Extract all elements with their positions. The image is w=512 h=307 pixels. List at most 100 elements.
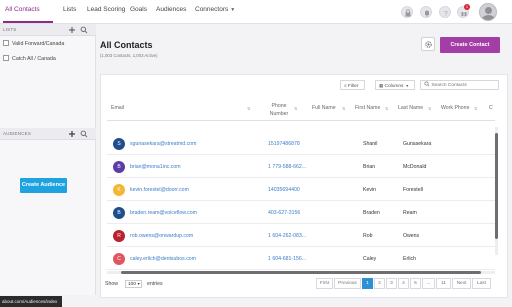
email-cell[interactable]: braden.ream@voiceflow.com xyxy=(130,210,197,216)
sort-icon[interactable]: ⇅ xyxy=(342,106,345,111)
contact-avatar: S xyxy=(113,138,125,150)
settings-button[interactable] xyxy=(421,37,435,51)
pagination-previous[interactable]: Previous xyxy=(334,278,361,289)
email-cell[interactable]: caley.erlich@dentsubos.com xyxy=(130,256,196,262)
page-size-select[interactable]: 100▼ xyxy=(125,280,142,288)
sort-icon[interactable]: ⇅ xyxy=(247,106,250,111)
last-name-cell: McDonald xyxy=(403,164,427,170)
sort-icon[interactable]: ⇅ xyxy=(294,106,297,111)
contact-avatar: B xyxy=(113,207,125,219)
pagination-first[interactable]: First xyxy=(316,278,333,289)
email-cell[interactable]: sgunasekara@streatmd.com xyxy=(130,141,196,147)
notification-badge: 1 xyxy=(464,4,470,10)
tab-goals[interactable]: Goals xyxy=(130,6,147,13)
pagination-page-4[interactable]: 4 xyxy=(398,278,409,289)
tab-all-contacts[interactable]: All Contacts xyxy=(5,6,40,13)
table-row[interactable]: K kevin.forestel@doorr.com 14035694400 K… xyxy=(107,178,495,201)
pagination-page-5[interactable]: 5 xyxy=(410,278,421,289)
phone-cell[interactable]: 1 779-588-662... xyxy=(268,164,306,170)
pagination-page-2[interactable]: 2 xyxy=(374,278,385,289)
vertical-scrollbar[interactable] xyxy=(495,127,498,255)
tab-connectors-label: Connectors xyxy=(195,6,229,13)
chevron-down-icon: ▼ xyxy=(405,84,409,88)
column-header-work-phone[interactable]: Work Phone xyxy=(441,105,469,111)
table-row[interactable]: S sgunasekara@streatmd.com 15197486878 S… xyxy=(107,132,495,155)
contact-avatar: K xyxy=(113,184,125,196)
tab-lists[interactable]: Lists xyxy=(63,6,76,13)
page-size-value: 100 xyxy=(128,282,137,287)
add-list-icon[interactable] xyxy=(68,26,76,34)
sidebar-list-item[interactable]: Catch All / Canada xyxy=(3,55,56,62)
pagination-page-1[interactable]: 1 xyxy=(362,278,373,289)
phone-cell[interactable]: 15197486878 xyxy=(268,141,300,147)
tab-lead-scoring[interactable]: Lead Scoring xyxy=(87,6,125,13)
sort-icon[interactable]: ⇅ xyxy=(428,106,431,111)
phone-cell[interactable]: 403-627-3156 xyxy=(268,210,300,216)
email-cell[interactable]: rob.owens@onwardup.com xyxy=(130,233,193,239)
checkbox[interactable] xyxy=(3,40,9,46)
sidebar-list-item[interactable]: Valid Forward/Canada xyxy=(3,40,64,47)
phone-cell[interactable]: 14035694400 xyxy=(268,187,300,193)
table-row[interactable]: B brian@mona1inc.com 1 779-588-662... Br… xyxy=(107,155,495,178)
pagination-page-11[interactable]: 11 xyxy=(436,278,451,289)
tab-connectors[interactable]: Connectors ▼ xyxy=(195,6,235,13)
contacts-count: (1,003 Contacts, 1,003 Active) xyxy=(100,53,158,58)
pagination-page-3[interactable]: 3 xyxy=(386,278,397,289)
header-divider xyxy=(107,120,495,121)
horizontal-scrollbar[interactable] xyxy=(107,271,495,274)
checkbox[interactable] xyxy=(3,55,9,61)
column-header-first-name[interactable]: First Name xyxy=(355,105,380,111)
avatar-body xyxy=(482,15,495,20)
first-name-cell: Brian xyxy=(363,164,376,170)
bell-icon[interactable] xyxy=(420,6,432,18)
contact-avatar: R xyxy=(113,230,125,242)
sidebar-list-label: Valid Forward/Canada xyxy=(12,41,65,47)
column-header-email[interactable]: Email xyxy=(111,105,124,111)
column-header-phone[interactable]: Phone Number xyxy=(267,102,291,118)
columns-button[interactable]: ▦ Columns ▼ xyxy=(375,80,415,90)
chevron-down-icon: ▼ xyxy=(230,7,236,13)
create-contact-button[interactable]: Create Contact xyxy=(440,37,500,53)
pagination-last[interactable]: Last xyxy=(472,278,491,289)
phone-cell[interactable]: 1 604-262-083... xyxy=(268,233,306,239)
email-cell[interactable]: brian@mona1inc.com xyxy=(130,164,181,170)
contacts-table-panel: ≡ Filter ▦ Columns▼ Email ⇅ Phone Number… xyxy=(100,74,508,298)
top-navigation: All Contacts Lists Lead Scoring Goals Au… xyxy=(0,0,512,24)
page-title: All Contacts xyxy=(100,40,153,50)
table-row[interactable]: C caley.erlich@dentsubos.com 1 604-681-1… xyxy=(107,247,495,270)
lists-header: LISTS xyxy=(0,24,96,36)
last-name-cell: Owens xyxy=(403,233,420,239)
avatar[interactable] xyxy=(479,3,497,21)
add-audience-icon[interactable] xyxy=(68,130,76,138)
sort-icon[interactable]: ⇅ xyxy=(385,106,388,111)
filter-button[interactable]: ≡ Filter xyxy=(340,80,365,90)
search-icon xyxy=(424,81,430,87)
search-contacts-field[interactable] xyxy=(420,80,499,90)
search-icon[interactable] xyxy=(80,26,88,34)
tab-audiences[interactable]: Audiences xyxy=(156,6,186,13)
last-name-cell: Erlich xyxy=(403,256,416,262)
help-icon[interactable]: ? xyxy=(439,6,451,18)
pagination-next[interactable]: Next xyxy=(452,278,471,289)
lock-icon[interactable] xyxy=(401,6,413,18)
column-header-last-name[interactable]: Last Name xyxy=(398,105,423,111)
create-audience-button[interactable]: Create Audience xyxy=(20,178,67,193)
pagination-ellipsis: ... xyxy=(422,278,435,289)
phone-cell[interactable]: 1 604-681-156... xyxy=(268,256,306,262)
sort-icon[interactable]: ⇅ xyxy=(474,106,477,111)
filter-label: Filter xyxy=(347,84,359,89)
scrollbar-thumb[interactable] xyxy=(495,133,498,239)
search-icon[interactable] xyxy=(80,130,88,138)
gift-icon[interactable]: 1 xyxy=(457,4,470,18)
table-row[interactable]: R rob.owens@onwardup.com 1 604-262-083..… xyxy=(107,224,495,247)
main-content: All Contacts (1,003 Contacts, 1,003 Acti… xyxy=(96,24,512,307)
search-input[interactable] xyxy=(431,83,498,88)
first-name-cell: Kevin xyxy=(363,187,376,193)
email-cell[interactable]: kevin.forestel@doorr.com xyxy=(130,187,189,193)
column-header-full-name[interactable]: Full Name xyxy=(312,105,336,111)
column-header-truncated[interactable]: C xyxy=(489,105,493,111)
table-row[interactable]: B braden.ream@voiceflow.com 403-627-3156… xyxy=(107,201,495,224)
first-name-cell: Shanil xyxy=(363,141,378,147)
scrollbar-thumb[interactable] xyxy=(121,271,481,274)
contact-avatar: B xyxy=(113,161,125,173)
